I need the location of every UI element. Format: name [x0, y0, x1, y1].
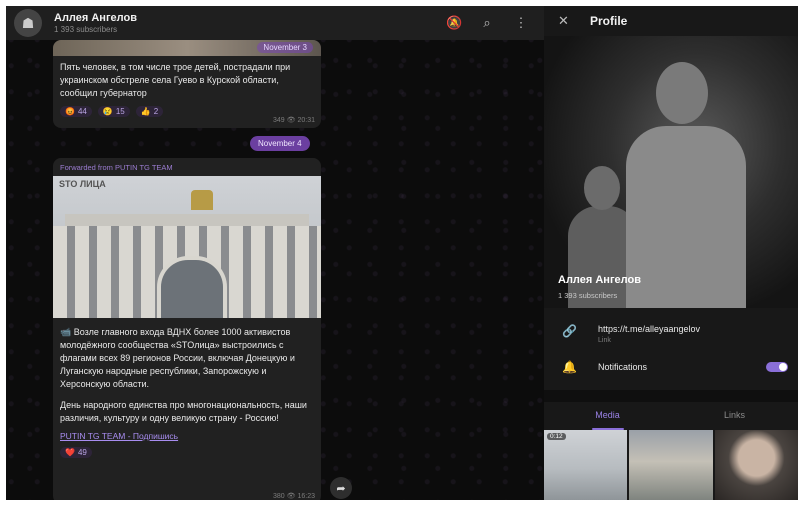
divider — [544, 390, 798, 402]
date-tag: November 3 — [257, 42, 313, 53]
profile-photo[interactable]: Аллея Ангелов 1 393 subscribers — [544, 36, 798, 308]
media-thumb[interactable] — [714, 430, 798, 500]
reaction-emoji: 👍 — [140, 107, 151, 116]
reactions-row: 😡 44 😢 15 👍 2 — [53, 100, 321, 117]
profile-panel: ✕ Profile Аллея Ангелов 1 393 subscriber… — [544, 6, 798, 500]
view-count: 349 — [272, 117, 285, 124]
channel-subscribers: 1 393 subscribers — [54, 24, 118, 34]
reaction-angry[interactable]: 😡 44 — [60, 106, 92, 117]
tab-links[interactable]: Links — [671, 402, 798, 430]
message-photo[interactable]: STO ЛИЦА — [53, 176, 321, 318]
message-meta: 349 👁 20:31 — [273, 116, 315, 124]
message-text: Пять человек, в том числе трое детей, по… — [60, 62, 291, 98]
channel-link-url[interactable]: https://t.me/alleyaangelov — [598, 324, 700, 334]
reaction-count: 49 — [77, 448, 87, 457]
reaction-cry[interactable]: 😢 15 — [97, 106, 130, 117]
reaction-emoji: 😢 — [102, 107, 113, 116]
message-bubble[interactable]: Forwarded from PUTIN TG TEAM STO ЛИЦА 📹 … — [53, 158, 321, 500]
reaction-thumbs-up[interactable]: 👍 2 — [135, 106, 164, 117]
link-caption: Link — [598, 337, 611, 344]
message-photo-strip: November 3 — [53, 40, 321, 56]
chat-header: ☗ Аллея Ангелов 1 393 subscribers 🔕 ⌕ ⋮ — [6, 6, 544, 40]
notifications-label: Notifications — [598, 362, 648, 372]
message-meta: 380 👁 16:23 — [273, 492, 315, 500]
message-text-2: День народного единства про многонациона… — [60, 400, 307, 423]
chat-title-area[interactable]: Аллея Ангелов 1 393 subscribers — [54, 12, 446, 35]
reaction-emoji: 😡 — [65, 107, 75, 116]
search-icon[interactable]: ⌕ — [480, 15, 494, 31]
date-separator: November 4 — [250, 136, 310, 151]
tab-media[interactable]: Media — [544, 402, 671, 430]
message-bubble[interactable]: November 3 Пять человек, в том числе тро… — [53, 40, 321, 128]
more-vertical-icon[interactable]: ⋮ — [514, 15, 528, 31]
share-arrow-icon[interactable]: ➦ — [330, 477, 352, 499]
bell-icon: 🔔 — [562, 360, 577, 374]
video-duration: 0:12 — [547, 433, 566, 440]
profile-subscribers: 1 393 subscribers — [558, 291, 618, 300]
notifications-toggle[interactable] — [766, 362, 788, 372]
media-thumb[interactable]: 0:12 — [544, 430, 628, 500]
channel-link[interactable]: PUTIN TG TEAM - Подпишись — [53, 425, 321, 441]
media-thumb[interactable] — [629, 430, 713, 500]
chat-panel: ☗ Аллея Ангелов 1 393 subscribers 🔕 ⌕ ⋮ … — [6, 6, 544, 500]
link-icon: 🔗 — [562, 324, 577, 338]
profile-title: Profile — [590, 14, 628, 28]
media-tabs: Media Links — [544, 402, 798, 430]
reactions-row: ❤️ 49 — [53, 441, 321, 458]
notifications-row[interactable]: 🔔 Notifications — [544, 360, 798, 374]
photo-logo: STO ЛИЦА — [59, 179, 106, 189]
mute-bell-icon[interactable]: 🔕 — [446, 15, 462, 31]
app-window: ☗ Аллея Ангелов 1 393 subscribers 🔕 ⌕ ⋮ … — [6, 6, 798, 500]
message-time: 20:31 — [297, 117, 315, 124]
message-time: 16:23 — [297, 493, 315, 500]
eye-icon: 👁 — [286, 117, 296, 124]
profile-header: ✕ Profile — [544, 6, 798, 36]
reaction-count: 2 — [153, 107, 159, 116]
message-text: 📹 Возле главного входа ВДНХ более 1000 а… — [60, 327, 295, 389]
forwarded-from[interactable]: Forwarded from PUTIN TG TEAM — [53, 158, 321, 176]
eye-icon: 👁 — [286, 493, 296, 500]
profile-name: Аллея Ангелов — [558, 274, 641, 286]
tab-media-label: Media — [595, 410, 620, 420]
reaction-count: 44 — [77, 107, 87, 116]
close-icon[interactable]: ✕ — [558, 13, 572, 29]
reaction-heart[interactable]: ❤️ 49 — [60, 447, 92, 458]
link-row[interactable]: 🔗 https://t.me/alleyaangelov Link — [544, 324, 798, 344]
statue-shape — [191, 190, 213, 210]
reaction-count: 15 — [115, 107, 125, 116]
media-grid: 0:12 — [544, 430, 798, 500]
tab-links-label: Links — [723, 410, 745, 420]
channel-title: Аллея Ангелов — [54, 11, 137, 24]
header-actions: 🔕 ⌕ ⋮ — [446, 15, 528, 31]
view-count: 380 — [272, 493, 285, 500]
reaction-emoji: ❤️ — [65, 448, 75, 457]
building-arch — [157, 256, 227, 318]
channel-avatar[interactable]: ☗ — [14, 9, 42, 37]
